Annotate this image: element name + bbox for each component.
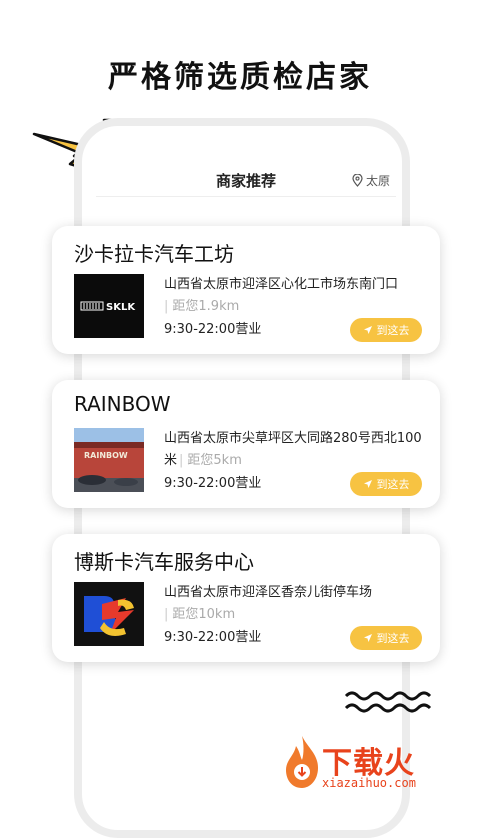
- shop-logo: [74, 582, 144, 646]
- navigate-button[interactable]: 到这去: [350, 318, 422, 342]
- page-headline: 严格筛选质检店家: [108, 60, 372, 95]
- shop-card[interactable]: 博斯卡汽车服务中心 山西省太原市迎泽区香奈儿街停车场 | 距您10km 9:30-…: [52, 534, 440, 662]
- shop-card[interactable]: RAINBOW RAINBOW 山西省太原市尖草坪区大同路280号西北100米 |…: [52, 380, 440, 508]
- shop-distance: 距您1.9km: [172, 299, 240, 314]
- photo-sign-text: RAINBOW: [84, 451, 128, 460]
- navigate-button[interactable]: 到这去: [350, 626, 422, 650]
- location-label: 太原: [365, 174, 390, 188]
- shop-hours: 9:30-22:00营业: [164, 630, 262, 645]
- navigate-button[interactable]: 到这去: [350, 472, 422, 496]
- watermark-url: xiazaihuo.com: [322, 776, 416, 790]
- navigate-button-label: 到这去: [376, 324, 410, 337]
- map-pin-icon: [352, 174, 363, 187]
- shop-distance: 距您5km: [187, 453, 242, 468]
- shop-address-block: 山西省太原市迎泽区心化工市场东南门口 | 距您1.9km: [164, 274, 429, 318]
- shop-name: 沙卡拉卡汽车工坊: [74, 242, 234, 266]
- logo-text: SKLK: [106, 302, 136, 313]
- shop-name: RAINBOW: [74, 392, 171, 416]
- navigation-arrow-icon: [363, 634, 372, 642]
- shop-card[interactable]: 沙卡拉卡汽车工坊 SKLK 山西省太原市迎泽区心化工市场东南门口 | 距您1.9k…: [52, 226, 440, 354]
- navigation-arrow-icon: [363, 326, 372, 334]
- shop-address-block: 山西省太原市尖草坪区大同路280号西北100米 | 距您5km: [164, 431, 422, 468]
- shop-address: 山西省太原市迎泽区心化工市场东南门口: [164, 277, 399, 292]
- navigate-button-label: 到这去: [376, 478, 410, 491]
- shop-photo: RAINBOW: [74, 428, 144, 492]
- location-selector[interactable]: 太原: [352, 172, 390, 189]
- shop-logo: SKLK: [74, 274, 144, 338]
- navigation-arrow-icon: [363, 480, 372, 488]
- shop-hours: 9:30-22:00营业: [164, 322, 262, 337]
- shop-name: 博斯卡汽车服务中心: [74, 550, 254, 574]
- shop-address-block: 山西省太原市迎泽区香奈儿街停车场 | 距您10km: [164, 582, 429, 626]
- shop-address: 山西省太原市迎泽区香奈儿街停车场: [164, 585, 373, 600]
- wave-decoration: [344, 691, 432, 713]
- phone-header: 商家推荐 太原: [96, 166, 396, 197]
- shop-hours: 9:30-22:00营业: [164, 476, 262, 491]
- navigate-button-label: 到这去: [376, 632, 410, 645]
- flame-logo-icon: [286, 736, 318, 788]
- shop-distance: 距您10km: [172, 607, 236, 622]
